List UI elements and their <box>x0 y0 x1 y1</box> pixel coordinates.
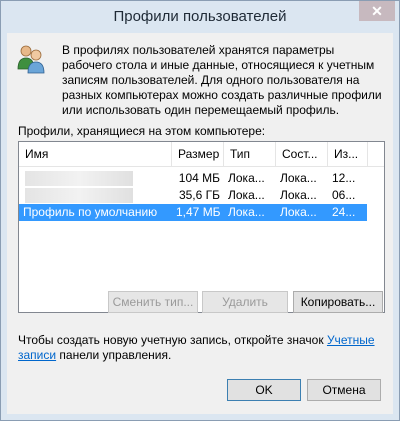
row-status: Лока... <box>280 171 317 185</box>
column-header-modified[interactable]: Из... <box>328 142 368 166</box>
cancel-button[interactable]: Отмена <box>307 379 381 401</box>
row-type: Лока... <box>228 171 265 185</box>
title-bar[interactable]: Профили пользователей ✕ <box>1 1 399 33</box>
ok-button[interactable]: OK <box>227 379 301 401</box>
row-type: Лока... <box>228 205 265 219</box>
column-header-size[interactable]: Размер <box>172 142 224 166</box>
list-header: Имя Размер Тип Сост... Из... <box>19 142 384 167</box>
user-profiles-dialog: Профили пользователей ✕ В профилях польз… <box>0 0 400 421</box>
description-text: В профилях пользователей хранятся параме… <box>62 43 382 117</box>
dialog-body: В профилях пользователей хранятся параме… <box>7 33 393 414</box>
users-icon <box>17 45 45 74</box>
row-status: Лока... <box>280 188 317 202</box>
table-row[interactable]: 35,6 ГБ Лока... Лока... 06... <box>19 187 367 204</box>
row-modified: 24... <box>332 205 356 219</box>
column-header-status[interactable]: Сост... <box>276 142 328 166</box>
footer-text-after: панели управления. <box>56 348 172 362</box>
close-button[interactable]: ✕ <box>359 1 395 21</box>
close-icon: ✕ <box>371 3 383 19</box>
row-size: 35,6 ГБ <box>178 188 220 202</box>
profiles-list[interactable]: Имя Размер Тип Сост... Из... 104 МБ Лока… <box>18 141 385 313</box>
row-type: Лока... <box>228 188 265 202</box>
footer-text: Чтобы создать новую учетную запись, откр… <box>18 333 388 363</box>
dialog-title: Профили пользователей <box>113 8 287 25</box>
profiles-caption: Профили, хранящиеся на этом компьютере: <box>18 124 266 138</box>
delete-button[interactable]: Удалить <box>202 291 288 313</box>
column-header-type[interactable]: Тип <box>224 142 276 166</box>
row-size: 1,47 МБ <box>176 205 221 219</box>
row-size: 104 МБ <box>178 171 220 185</box>
change-type-button[interactable]: Сменить тип... <box>108 291 198 313</box>
row-name: Профиль по умолчанию <box>23 205 158 219</box>
column-header-name[interactable]: Имя <box>19 142 172 166</box>
row-modified: 06... <box>332 188 356 202</box>
row-modified: 12... <box>332 171 356 185</box>
row-name <box>19 187 172 204</box>
table-row[interactable]: 104 МБ Лока... Лока... 12... <box>19 170 367 187</box>
row-name <box>19 170 172 187</box>
table-row-selected[interactable]: Профиль по умолчанию 1,47 МБ Лока... Лок… <box>19 204 367 221</box>
copy-button[interactable]: Копировать... <box>293 291 383 313</box>
footer-text-before: Чтобы создать новую учетную запись, откр… <box>18 333 327 347</box>
row-status: Лока... <box>280 205 317 219</box>
